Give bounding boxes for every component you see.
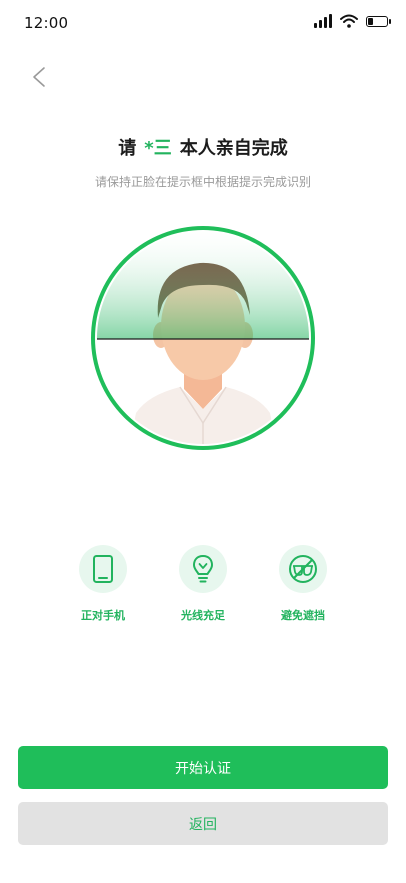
back-button[interactable] — [24, 60, 54, 94]
start-verification-button[interactable]: 开始认证 — [18, 746, 388, 789]
tip-label: 正对手机 — [81, 609, 125, 622]
face-illustration — [91, 226, 315, 450]
lightbulb-icon — [193, 555, 213, 583]
chevron-left-icon — [33, 67, 45, 87]
tips-row: 正对手机 光线充足 避免遮挡 — [0, 545, 406, 635]
signal-icon — [314, 14, 332, 28]
tip-icon-wrap — [79, 545, 127, 593]
tip-face-phone: 正对手机 — [53, 545, 153, 623]
status-time: 12:00 — [24, 14, 69, 32]
battery-icon — [366, 15, 391, 27]
tip-enough-light: 光线充足 — [153, 545, 253, 623]
title-prefix: 请 — [118, 138, 137, 159]
page-title: 请 *三 本人亲自完成 — [0, 134, 406, 160]
tip-label: 光线充足 — [181, 609, 225, 622]
tip-icon-wrap — [279, 545, 327, 593]
tip-label: 避免遮挡 — [281, 609, 325, 622]
wifi-icon — [340, 14, 358, 28]
tip-no-cover: 避免遮挡 — [253, 545, 353, 623]
status-icons — [314, 14, 391, 28]
page-subtitle: 请保持正脸在提示框中根据提示完成识别 — [94, 175, 311, 189]
status-bar: 12:00 — [0, 0, 406, 44]
face-frame — [88, 223, 318, 453]
no-glasses-icon — [289, 555, 317, 583]
user-name: *三 — [144, 138, 172, 159]
title-suffix: 本人亲自完成 — [179, 138, 288, 159]
tip-icon-wrap — [179, 545, 227, 593]
phone-icon — [93, 555, 113, 583]
return-button[interactable]: 返回 — [18, 802, 388, 845]
